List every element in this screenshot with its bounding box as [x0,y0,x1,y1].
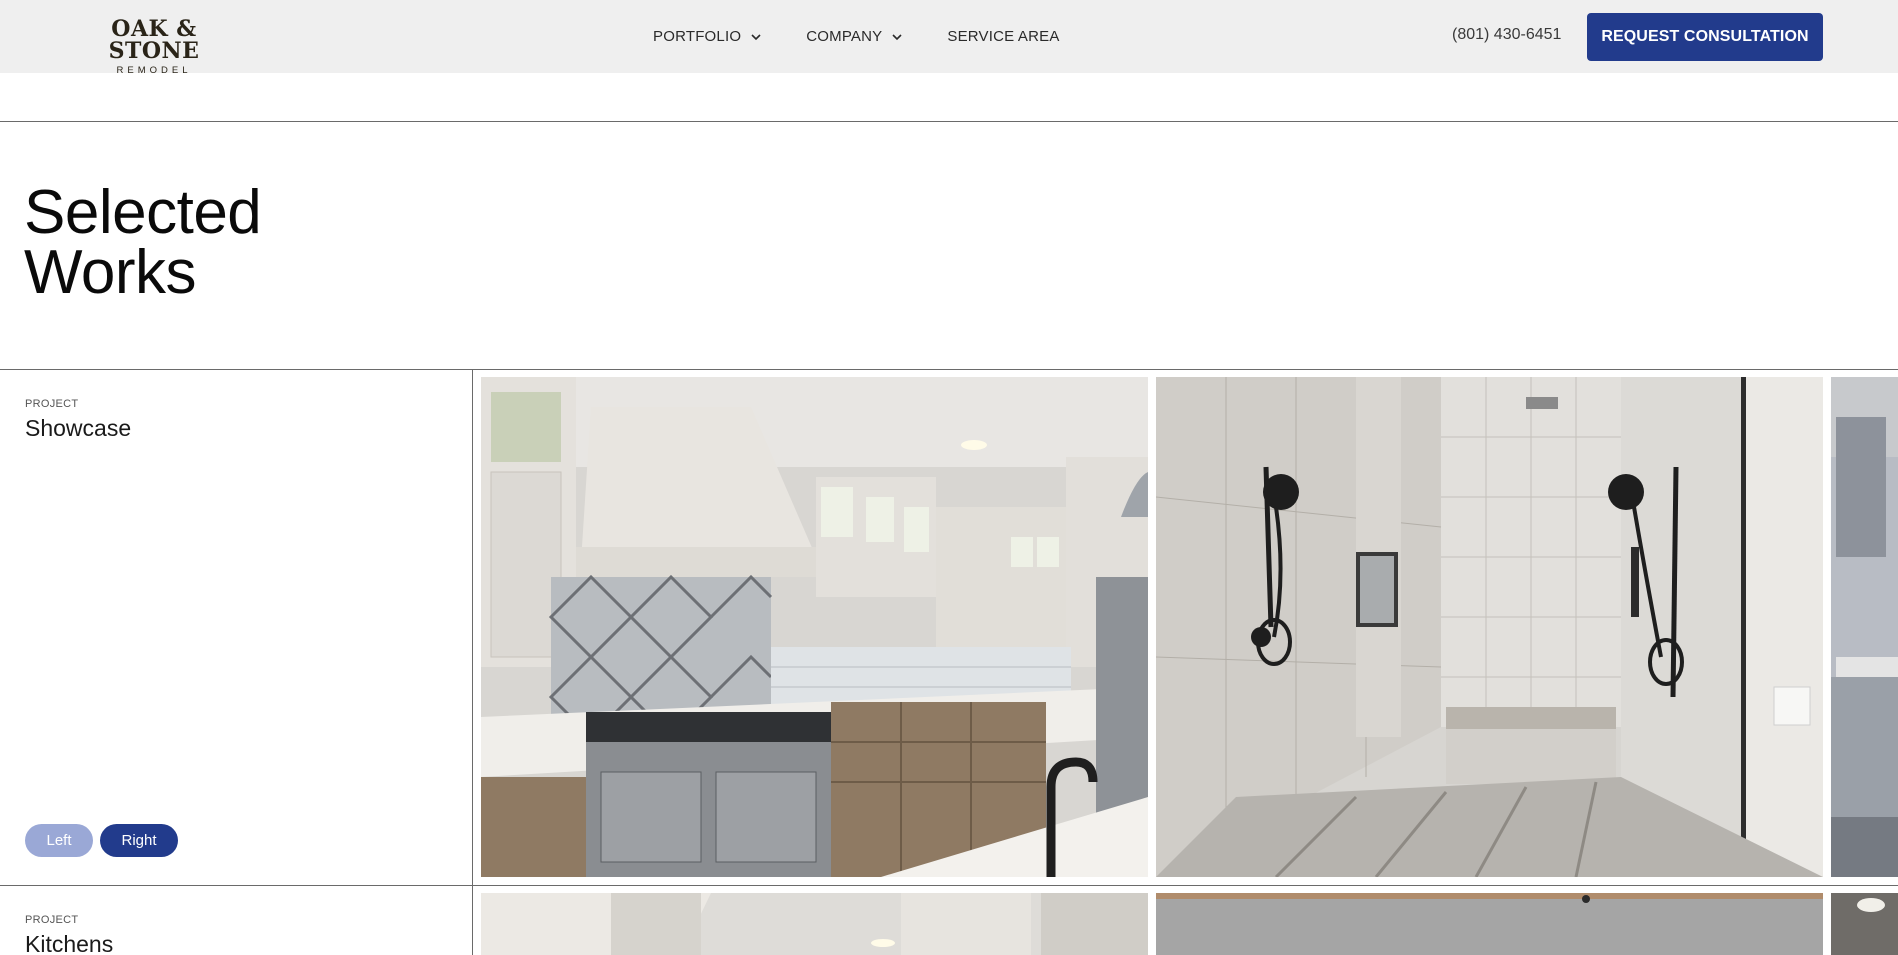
kitchen-photo[interactable] [481,893,1148,955]
column-divider [472,369,473,955]
carousel-right-button[interactable]: Right [100,824,178,857]
phone-link[interactable]: (801) 430-6451 [1452,26,1561,44]
logo-wordmark: OAK & STONE [108,16,200,64]
page-title-line: Selected [24,178,262,247]
nav-item-label: PORTFOLIO [653,28,742,45]
chevron-down-icon [751,33,761,40]
divider [0,121,1898,122]
brand-logo[interactable]: OAK & STONE REMODEL [74,18,234,76]
nav-item-label: SERVICE AREA [947,28,1060,45]
kitchen-photo[interactable] [481,377,1148,877]
project-eyebrow: PROJECT [25,914,79,926]
request-consultation-button[interactable]: REQUEST CONSULTATION [1587,13,1823,61]
nav-item-company[interactable]: COMPANY [806,28,903,45]
project-title: Kitchens [25,931,114,955]
project-eyebrow: PROJECT [25,398,79,410]
nav-item-service-area[interactable]: SERVICE AREA [947,28,1059,45]
logo-subtitle: REMODEL [116,65,192,76]
project-title: Showcase [25,415,132,441]
kitchen-photo[interactable] [1156,893,1823,955]
main-nav: PORTFOLIO COMPANY SERVICE AREA [653,0,1104,73]
page-title-line: Works [24,238,197,307]
site-header: OAK & STONE REMODEL PORTFOLIO COMPANY SE… [0,0,1898,76]
divider [0,885,1898,886]
project-photo-partial[interactable] [1831,377,1898,877]
chevron-down-icon [892,33,902,40]
shower-photo[interactable] [1156,377,1823,877]
nav-item-portfolio[interactable]: PORTFOLIO [653,28,762,45]
divider [0,369,1898,370]
project-photo-partial[interactable] [1831,893,1898,955]
nav-item-label: COMPANY [806,28,883,45]
carousel-left-button[interactable]: Left [25,824,93,857]
page-title: Selected Works [24,178,262,307]
